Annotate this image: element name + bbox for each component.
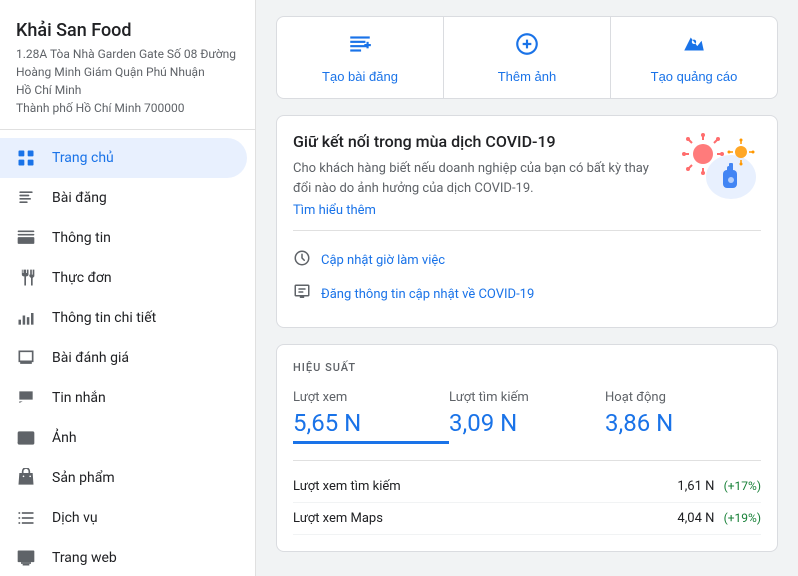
- covid-desc: Cho khách hàng biết nếu doanh nghiệp của…: [293, 159, 669, 198]
- add-photo-icon: [514, 31, 540, 63]
- perf-divider: [293, 460, 761, 461]
- nav-label-anh: Ảnh: [52, 430, 77, 446]
- stat-hoat-dong-value: 3,86 N: [605, 409, 761, 437]
- create-ad-button[interactable]: Tạo quảng cáo: [611, 17, 777, 98]
- sidebar-item-thong-tin-chi-tiet[interactable]: Thông tin chi tiết: [0, 298, 247, 338]
- nav-label-san-pham: Sản phẩm: [52, 470, 115, 486]
- nav-label-thong-tin-chi-tiet: Thông tin chi tiết: [52, 310, 156, 326]
- action-buttons-bar: Tạo bài đăng Thêm ảnh Tạo quảng cáo: [276, 16, 778, 99]
- sidebar-item-bai-danh-gia[interactable]: Bài đánh giá: [0, 338, 247, 378]
- info-board-icon: [293, 283, 311, 305]
- perf-search-views-value: 1,61 N (+17%): [677, 479, 761, 494]
- nav-label-thuc-don: Thực đơn: [52, 270, 112, 286]
- chart-icon: [16, 308, 36, 328]
- list-icon: [16, 508, 36, 528]
- sidebar-item-tin-nhan[interactable]: Tin nhắn: [0, 378, 247, 418]
- monitor-icon: [16, 548, 36, 568]
- grid-icon: [16, 148, 36, 168]
- sidebar: Khải San Food 1.28A Tòa Nhà Garden Gate …: [0, 0, 256, 576]
- update-hours-row[interactable]: Cập nhật giờ làm việc: [293, 243, 761, 277]
- perf-row-maps-views: Lượt xem Maps 4,04 N (+19%): [293, 503, 761, 535]
- business-info: Khải San Food 1.28A Tòa Nhà Garden Gate …: [0, 0, 255, 130]
- covid-divider: [293, 230, 761, 231]
- clock-icon: [293, 249, 311, 271]
- perf-maps-views-value: 4,04 N (+19%): [677, 511, 761, 526]
- add-photo-label: Thêm ảnh: [498, 69, 557, 84]
- stat-luot-xem-value: 5,65 N: [293, 409, 449, 444]
- sidebar-item-anh[interactable]: Ảnh: [0, 418, 247, 458]
- message-icon: [16, 388, 36, 408]
- nav-label-thong-tin: Thông tin: [52, 230, 111, 246]
- create-post-button[interactable]: Tạo bài đăng: [277, 17, 444, 98]
- create-post-label: Tạo bài đăng: [322, 69, 398, 84]
- sidebar-item-trang-web[interactable]: Trang web: [0, 538, 247, 576]
- sidebar-item-thong-tin[interactable]: Thông tin: [0, 218, 247, 258]
- performance-stats: Lượt xem 5,65 N Lượt tìm kiếm 3,09 N Hoạ…: [293, 390, 761, 444]
- stat-luot-xem: Lượt xem 5,65 N: [293, 390, 449, 444]
- create-ad-label: Tạo quảng cáo: [651, 69, 738, 84]
- performance-title: HIỆU SUẤT: [293, 361, 761, 374]
- sidebar-item-san-pham[interactable]: Sản phẩm: [0, 458, 247, 498]
- covid-title: Giữ kết nối trong mùa dịch COVID-19: [293, 132, 669, 151]
- info-icon: [16, 228, 36, 248]
- covid-update-row[interactable]: Đăng thông tin cập nhật về COVID-19: [293, 277, 761, 311]
- covid-card-inner: Giữ kết nối trong mùa dịch COVID-19 Cho …: [293, 132, 761, 218]
- stat-luot-tim-kiem-label: Lượt tìm kiếm: [449, 390, 605, 405]
- stat-luot-tim-kiem: Lượt tìm kiếm 3,09 N: [449, 390, 605, 444]
- article-icon: [16, 188, 36, 208]
- covid-learn-more-link[interactable]: Tìm hiểu thêm: [293, 203, 376, 218]
- review-icon: [16, 348, 36, 368]
- sidebar-item-thuc-don[interactable]: Thực đơn: [0, 258, 247, 298]
- stat-hoat-dong: Hoạt động 3,86 N: [605, 390, 761, 444]
- perf-search-views-label: Lượt xem tìm kiếm: [293, 479, 401, 494]
- perf-maps-views-badge: (+19%): [724, 511, 761, 525]
- sidebar-item-bai-dang[interactable]: Bài đăng: [0, 178, 247, 218]
- bag-icon: [16, 468, 36, 488]
- covid-update-label: Đăng thông tin cập nhật về COVID-19: [321, 287, 534, 302]
- covid-image: [681, 132, 761, 202]
- covid-text: Giữ kết nối trong mùa dịch COVID-19 Cho …: [293, 132, 669, 218]
- perf-row-search-views: Lượt xem tìm kiếm 1,61 N (+17%): [293, 471, 761, 503]
- perf-maps-views-label: Lượt xem Maps: [293, 511, 383, 526]
- sidebar-item-trang-chu[interactable]: Trang chủ: [0, 138, 247, 178]
- add-photo-button[interactable]: Thêm ảnh: [444, 17, 611, 98]
- nav-label-bai-danh-gia: Bài đánh giá: [52, 350, 129, 366]
- sidebar-item-dich-vu[interactable]: Dịch vụ: [0, 498, 247, 538]
- performance-card: HIỆU SUẤT Lượt xem 5,65 N Lượt tìm kiếm …: [276, 344, 778, 552]
- nav-menu: Trang chủ Bài đăng Thông tin Thực đơn: [0, 130, 255, 576]
- stat-luot-tim-kiem-value: 3,09 N: [449, 409, 605, 437]
- nav-label-bai-dang: Bài đăng: [52, 190, 107, 206]
- nav-label-tin-nhan: Tin nhắn: [52, 390, 106, 406]
- covid-card: Giữ kết nối trong mùa dịch COVID-19 Cho …: [276, 115, 778, 328]
- nav-label-dich-vu: Dịch vụ: [52, 510, 98, 526]
- tools-icon: [16, 268, 36, 288]
- business-address: 1.28A Tòa Nhà Garden Gate Số 08 Đường Ho…: [16, 45, 239, 117]
- business-name: Khải San Food: [16, 20, 239, 41]
- update-hours-label: Cập nhật giờ làm việc: [321, 253, 445, 268]
- main-content: Tạo bài đăng Thêm ảnh Tạo quảng cáo Giữ …: [256, 0, 798, 576]
- photo-icon: [16, 428, 36, 448]
- create-post-icon: [347, 31, 373, 63]
- nav-label-trang-chu: Trang chủ: [52, 150, 114, 166]
- stat-hoat-dong-label: Hoạt động: [605, 390, 761, 405]
- nav-label-trang-web: Trang web: [52, 550, 117, 566]
- stat-luot-xem-label: Lượt xem: [293, 390, 449, 405]
- create-ad-icon: [681, 31, 707, 63]
- perf-search-views-badge: (+17%): [724, 479, 761, 493]
